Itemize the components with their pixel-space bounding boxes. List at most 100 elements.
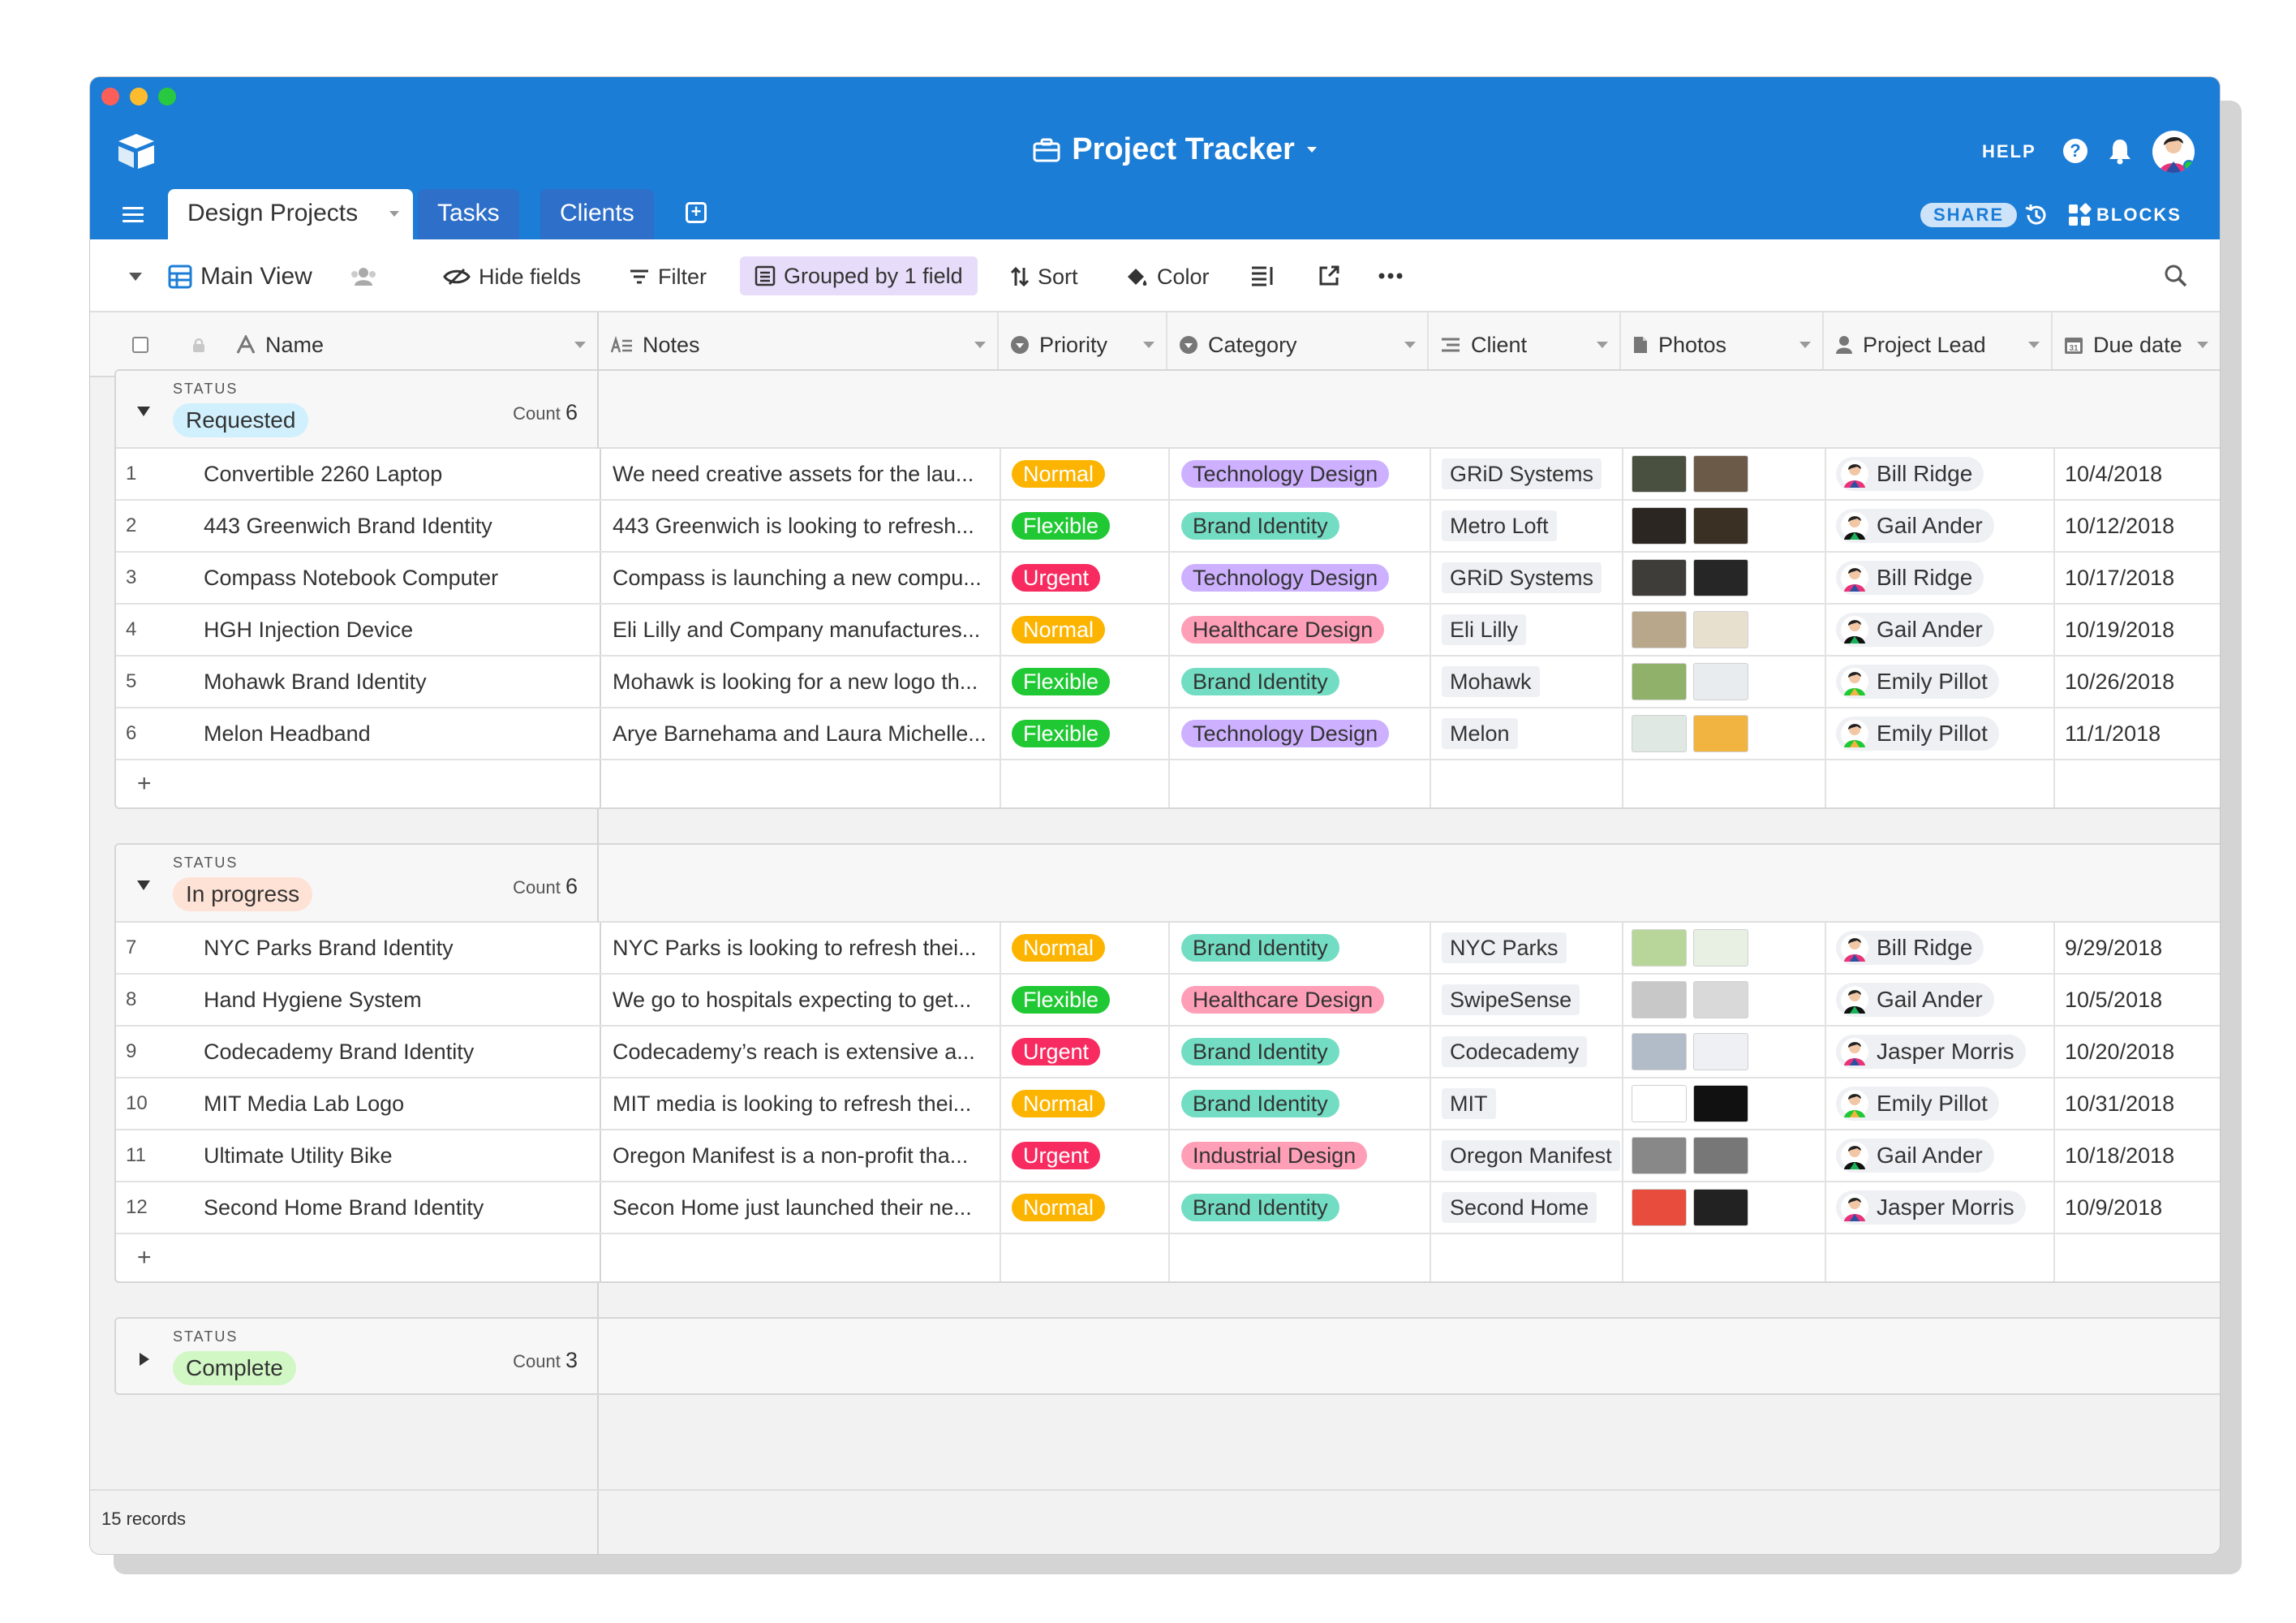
cell-due-date[interactable]: 10/20/2018: [2065, 1027, 2219, 1077]
cell-name[interactable]: Mohawk Brand Identity: [204, 657, 593, 707]
column-header-photos[interactable]: Photos: [1621, 312, 1824, 377]
cell-due-date[interactable]: 10/17/2018: [2065, 553, 2219, 603]
cell-client[interactable]: NYC Parks: [1442, 923, 1620, 973]
linked-client[interactable]: Second Home: [1442, 1192, 1597, 1223]
photo-thumbnail[interactable]: [1632, 929, 1687, 966]
expand-group-icon[interactable]: [135, 1351, 152, 1367]
cell-photos[interactable]: [1632, 1027, 1823, 1077]
history-icon[interactable]: [2023, 202, 2049, 228]
group-header[interactable]: STATUS Complete Count 3: [116, 1319, 2220, 1393]
cell-name[interactable]: NYC Parks Brand Identity: [204, 923, 593, 973]
photo-thumbnail[interactable]: [1693, 1137, 1748, 1174]
cell-photos[interactable]: [1632, 501, 1823, 551]
cell-client[interactable]: GRiD Systems: [1442, 553, 1620, 603]
cell-project-lead[interactable]: Gail Ander: [1836, 501, 2050, 551]
cell-notes[interactable]: Arye Barnehama and Laura Michelle...: [613, 708, 994, 759]
photo-thumbnail[interactable]: [1632, 559, 1687, 596]
cell-due-date[interactable]: 10/5/2018: [2065, 975, 2219, 1025]
column-header-due-date[interactable]: 31 Due date: [2053, 312, 2220, 377]
cell-priority[interactable]: Normal: [1012, 449, 1166, 499]
cell-category[interactable]: Technology Design: [1181, 449, 1425, 499]
photo-thumbnail[interactable]: [1632, 455, 1687, 493]
cell-client[interactable]: GRiD Systems: [1442, 449, 1620, 499]
cell-client[interactable]: Codecademy: [1442, 1027, 1620, 1077]
cell-due-date[interactable]: 10/12/2018: [2065, 501, 2219, 551]
photo-thumbnail[interactable]: [1632, 981, 1687, 1018]
linked-client[interactable]: SwipeSense: [1442, 984, 1580, 1015]
collapse-group-icon[interactable]: [135, 403, 152, 420]
cell-name[interactable]: HGH Injection Device: [204, 605, 593, 655]
cell-category[interactable]: Technology Design: [1181, 553, 1425, 603]
view-switcher[interactable]: Main View: [168, 262, 312, 291]
cell-category[interactable]: Brand Identity: [1181, 923, 1425, 973]
add-table-button[interactable]: +: [686, 202, 707, 223]
linked-client[interactable]: Oregon Manifest: [1442, 1140, 1620, 1171]
linked-client[interactable]: GRiD Systems: [1442, 562, 1602, 593]
linked-client[interactable]: Codecademy: [1442, 1036, 1588, 1067]
table-row[interactable]: 1 Convertible 2260 Laptop We need creative…: [116, 449, 2220, 501]
linked-client[interactable]: Eli Lilly: [1442, 614, 1527, 645]
cell-priority[interactable]: Urgent: [1012, 1130, 1166, 1181]
tab-design-projects[interactable]: Design Projects: [168, 189, 413, 239]
linked-client[interactable]: GRiD Systems: [1442, 458, 1602, 489]
cell-photos[interactable]: [1632, 553, 1823, 603]
photo-thumbnail[interactable]: [1693, 1085, 1748, 1122]
column-menu-caret[interactable]: [1597, 342, 1608, 348]
share-button[interactable]: SHARE: [1920, 203, 2018, 227]
cell-project-lead[interactable]: Emily Pillot: [1836, 657, 2050, 707]
cell-due-date[interactable]: 10/9/2018: [2065, 1182, 2219, 1233]
more-options-icon[interactable]: [1378, 273, 1403, 279]
cell-priority[interactable]: Normal: [1012, 605, 1166, 655]
cell-photos[interactable]: [1632, 605, 1823, 655]
cell-name[interactable]: Melon Headband: [204, 708, 593, 759]
table-row[interactable]: 10 MIT Media Lab Logo MIT media is looking…: [116, 1078, 2220, 1130]
cell-priority[interactable]: Flexible: [1012, 708, 1166, 759]
cell-notes[interactable]: Compass is launching a new compu...: [613, 553, 994, 603]
column-menu-caret[interactable]: [2028, 342, 2040, 348]
cell-photos[interactable]: [1632, 1130, 1823, 1181]
cell-due-date[interactable]: 10/18/2018: [2065, 1130, 2219, 1181]
column-menu-caret[interactable]: [1143, 342, 1154, 348]
table-row[interactable]: 8 Hand Hygiene System We go to hospitals e…: [116, 975, 2220, 1027]
cell-notes[interactable]: Eli Lilly and Company manufactures...: [613, 605, 994, 655]
tab-clients[interactable]: Clients: [540, 189, 654, 239]
table-row[interactable]: 6 Melon Headband Arye Barnehama and Laura …: [116, 708, 2220, 760]
cell-notes[interactable]: Codecademy’s reach is extensive a...: [613, 1027, 994, 1077]
group-header[interactable]: STATUS Requested Count 6: [116, 371, 2220, 449]
cell-due-date[interactable]: 9/29/2018: [2065, 923, 2219, 973]
photo-thumbnail[interactable]: [1632, 1085, 1687, 1122]
linked-client[interactable]: Mohawk: [1442, 666, 1540, 697]
photo-thumbnail[interactable]: [1632, 611, 1687, 648]
user-avatar[interactable]: [2152, 131, 2195, 173]
cell-project-lead[interactable]: Gail Ander: [1836, 1130, 2050, 1181]
cell-category[interactable]: Brand Identity: [1181, 1027, 1425, 1077]
column-header-category[interactable]: Category: [1167, 312, 1429, 377]
cell-name[interactable]: Convertible 2260 Laptop: [204, 449, 593, 499]
photo-thumbnail[interactable]: [1693, 455, 1748, 493]
cell-project-lead[interactable]: Bill Ridge: [1836, 553, 2050, 603]
cell-notes[interactable]: Oregon Manifest is a non-profit tha...: [613, 1130, 994, 1181]
cell-client[interactable]: Mohawk: [1442, 657, 1620, 707]
cell-name[interactable]: Hand Hygiene System: [204, 975, 593, 1025]
cell-client[interactable]: Second Home: [1442, 1182, 1620, 1233]
cell-priority[interactable]: Flexible: [1012, 501, 1166, 551]
cell-project-lead[interactable]: Bill Ridge: [1836, 923, 2050, 973]
photo-thumbnail[interactable]: [1632, 663, 1687, 700]
view-collapse-icon[interactable]: [128, 272, 143, 282]
cell-project-lead[interactable]: Bill Ridge: [1836, 449, 2050, 499]
table-row[interactable]: 12 Second Home Brand Identity Secon Home j…: [116, 1182, 2220, 1234]
filter-button[interactable]: Filter: [629, 262, 707, 291]
table-row[interactable]: 5 Mohawk Brand Identity Mohawk is looking …: [116, 657, 2220, 708]
row-height-icon[interactable]: [1250, 265, 1275, 286]
cell-priority[interactable]: Normal: [1012, 1078, 1166, 1129]
cell-client[interactable]: Eli Lilly: [1442, 605, 1620, 655]
photo-thumbnail[interactable]: [1693, 611, 1748, 648]
cell-due-date[interactable]: 10/26/2018: [2065, 657, 2219, 707]
cell-project-lead[interactable]: Emily Pillot: [1836, 708, 2050, 759]
cell-due-date[interactable]: 11/1/2018: [2065, 708, 2219, 759]
cell-photos[interactable]: [1632, 923, 1823, 973]
cell-client[interactable]: SwipeSense: [1442, 975, 1620, 1025]
cell-name[interactable]: Codecademy Brand Identity: [204, 1027, 593, 1077]
column-menu-caret[interactable]: [2197, 342, 2208, 348]
column-header-name[interactable]: Name: [236, 312, 324, 377]
